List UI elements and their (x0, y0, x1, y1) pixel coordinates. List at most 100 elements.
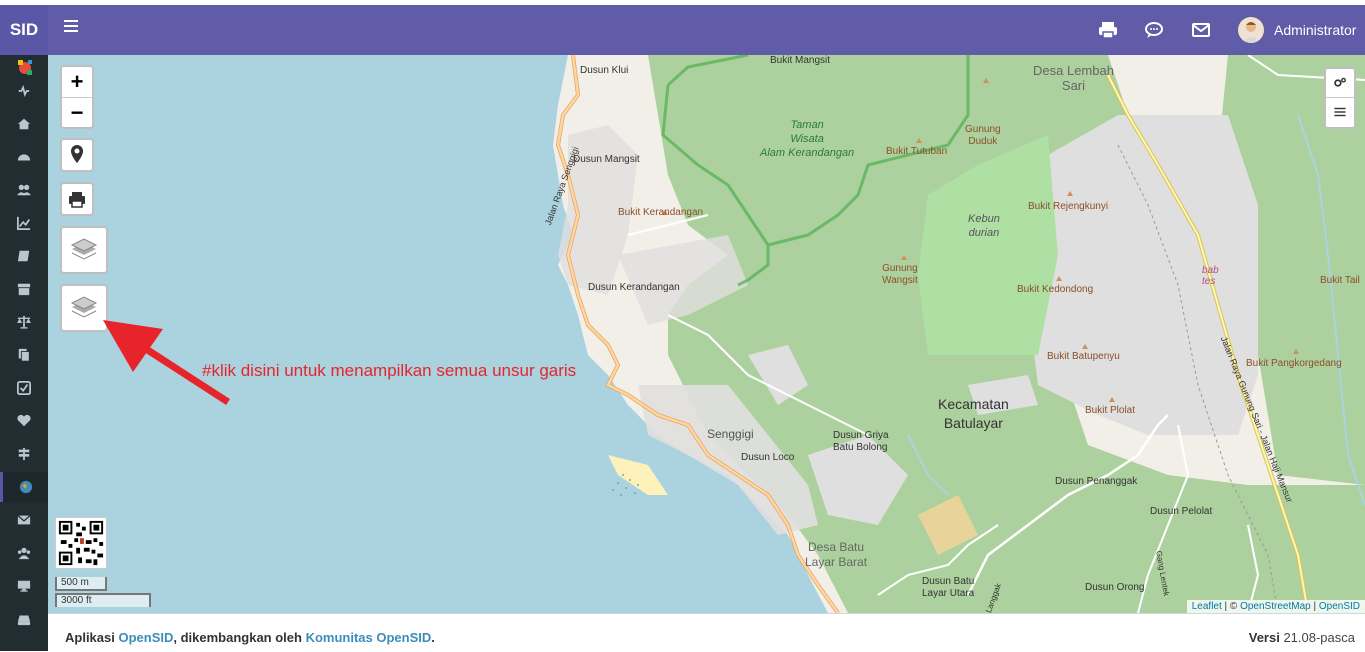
settings-icon[interactable] (1326, 69, 1354, 98)
sidebar-item-users[interactable] (0, 175, 48, 205)
line-layers-button[interactable] (60, 284, 108, 332)
map-label: Dusun Mangsit (573, 154, 640, 165)
map-attribution: Leaflet | © OpenStreetMap | OpenSID (1186, 600, 1365, 613)
brand-logo[interactable]: SID (0, 5, 48, 55)
footer-version: Versi 21.08-pasca (1249, 630, 1355, 645)
signpost-icon (18, 447, 30, 461)
envelope-icon (17, 515, 31, 525)
dashboard-icon (17, 154, 31, 161)
map-label: Bukit Kerandangan (618, 207, 704, 218)
map-label: Bukit Tutuban (886, 146, 948, 157)
opensid-link[interactable]: OpenSID (1319, 601, 1360, 612)
map-label: Desa Lembah Sari (1033, 63, 1114, 93)
user-name: Administrator (1274, 22, 1357, 38)
map-label: Bukit Rejengkunyi (1028, 201, 1109, 212)
sidebar-item-book[interactable] (0, 241, 48, 271)
sidebar-item-envelope[interactable] (0, 505, 48, 535)
check-square-icon (17, 381, 31, 395)
sidebar-item-heart[interactable] (0, 406, 48, 436)
map-label: bab tes (1202, 265, 1219, 287)
footer-middle: , dikembangkan oleh (173, 630, 306, 645)
attribution-separator: | (1310, 601, 1319, 612)
avatar (1238, 17, 1264, 43)
map-label: Dusun Loco (741, 452, 795, 463)
sidebar-item-desktop[interactable] (0, 571, 48, 601)
users-icon (17, 184, 31, 196)
map-label: Kebun durian (968, 213, 1000, 239)
layers-button[interactable] (60, 226, 108, 274)
sidebar-item-copy[interactable] (0, 340, 48, 370)
attribution-separator: | © (1221, 601, 1241, 612)
locate-button[interactable] (60, 138, 94, 172)
scale-imperial: 3000 ft (55, 593, 151, 607)
sidebar-item-line-chart[interactable] (0, 208, 48, 238)
sidebar-item-hdd[interactable] (0, 604, 48, 634)
sidebar-item-archive[interactable] (0, 274, 48, 304)
footer-credits: Aplikasi OpenSID, dikembangkan oleh Komu… (65, 630, 435, 645)
map-label: Kecamatan Batulayar (938, 396, 1009, 431)
user-menu[interactable]: Administrator (1238, 17, 1356, 43)
map-label: Bukit Mangsit (770, 55, 831, 66)
sidebar-item-group[interactable] (0, 538, 48, 568)
annotation-text: #klik disini untuk menampilkan semua uns… (202, 361, 577, 380)
map-label: Dusun Klui (580, 65, 629, 76)
footer: Aplikasi OpenSID, dikembangkan oleh Komu… (48, 613, 1365, 652)
hdd-icon (17, 615, 31, 626)
sidebar-item-home[interactable] (0, 109, 48, 139)
book-icon (17, 250, 30, 262)
group-icon (17, 547, 31, 560)
version-value: 21.08-pasca (1279, 630, 1355, 645)
footer-suffix: . (431, 630, 435, 645)
home-icon (17, 118, 31, 130)
print-map-button[interactable] (60, 182, 94, 216)
map-label: Desa Batu Layar Barat (805, 540, 868, 569)
top-navbar: Administrator (48, 5, 1365, 55)
map-label: Bukit Pangkorgedang (1246, 358, 1342, 369)
map-label: Gunung Duduk (965, 124, 1001, 147)
envelope-icon[interactable] (1190, 19, 1212, 41)
qr-code (55, 517, 107, 569)
sidebar-item-balance-scale[interactable] (0, 307, 48, 337)
opensid-app-link[interactable]: OpenSID (118, 630, 173, 645)
balance-scale-icon (17, 315, 31, 329)
community-link[interactable]: Komunitas OpenSID (306, 630, 432, 645)
sidebar-item-globe[interactable] (0, 472, 48, 502)
comments-icon[interactable] (1143, 19, 1165, 41)
map-label: Senggigi (707, 427, 754, 441)
zoom-control: + − (60, 65, 94, 129)
map-label: Dusun Kerandangan (588, 282, 680, 293)
sidebar-toggle-icon[interactable] (64, 20, 78, 32)
list-icon[interactable] (1326, 98, 1354, 126)
layers-icon (70, 296, 98, 318)
map-label: Dusun Batu Layar Utara (922, 576, 975, 599)
map-label: Dusun Penanggak (1055, 476, 1138, 487)
archive-icon (17, 283, 31, 296)
zoom-out-button[interactable]: − (62, 98, 92, 128)
desktop-icon (17, 580, 31, 592)
map-label: Dusun Griya Batu Bolong (833, 430, 889, 453)
globe-icon (19, 480, 32, 494)
leaflet-link[interactable]: Leaflet (1192, 601, 1222, 612)
sidebar-item-check-square[interactable] (0, 373, 48, 403)
scale-metric: 500 m (55, 577, 107, 591)
zoom-in-button[interactable]: + (62, 67, 92, 98)
map-label: Bukit Plolat (1085, 405, 1136, 416)
map-base-layer (553, 55, 1365, 613)
print-icon[interactable] (1097, 19, 1119, 41)
layers-icon (70, 238, 98, 260)
sidebar: SID (0, 5, 48, 651)
footer-prefix: Aplikasi (65, 630, 119, 645)
sidebar-item-signpost[interactable] (0, 439, 48, 469)
sidebar-item-dashboard[interactable] (0, 142, 48, 172)
print-icon (69, 192, 85, 208)
map-label: Bukit Kedondong (1017, 284, 1094, 295)
sidebar-item-heartbeat[interactable] (0, 76, 48, 106)
osm-link[interactable]: OpenStreetMap (1240, 601, 1311, 612)
copy-icon (18, 348, 30, 362)
map-label: Bukit Batupenyu (1047, 351, 1120, 362)
map-label: Dusun Pelolat (1150, 506, 1213, 517)
map-label: Bukit Tail (1320, 275, 1360, 286)
map-canvas[interactable]: Dusun Klui Bukit Mangsit Desa Lembah Sar… (48, 55, 1365, 613)
map-label: Taman Wisata Alam Kerandangan (760, 119, 855, 159)
map-label: Gunung Wangsit (882, 263, 918, 286)
